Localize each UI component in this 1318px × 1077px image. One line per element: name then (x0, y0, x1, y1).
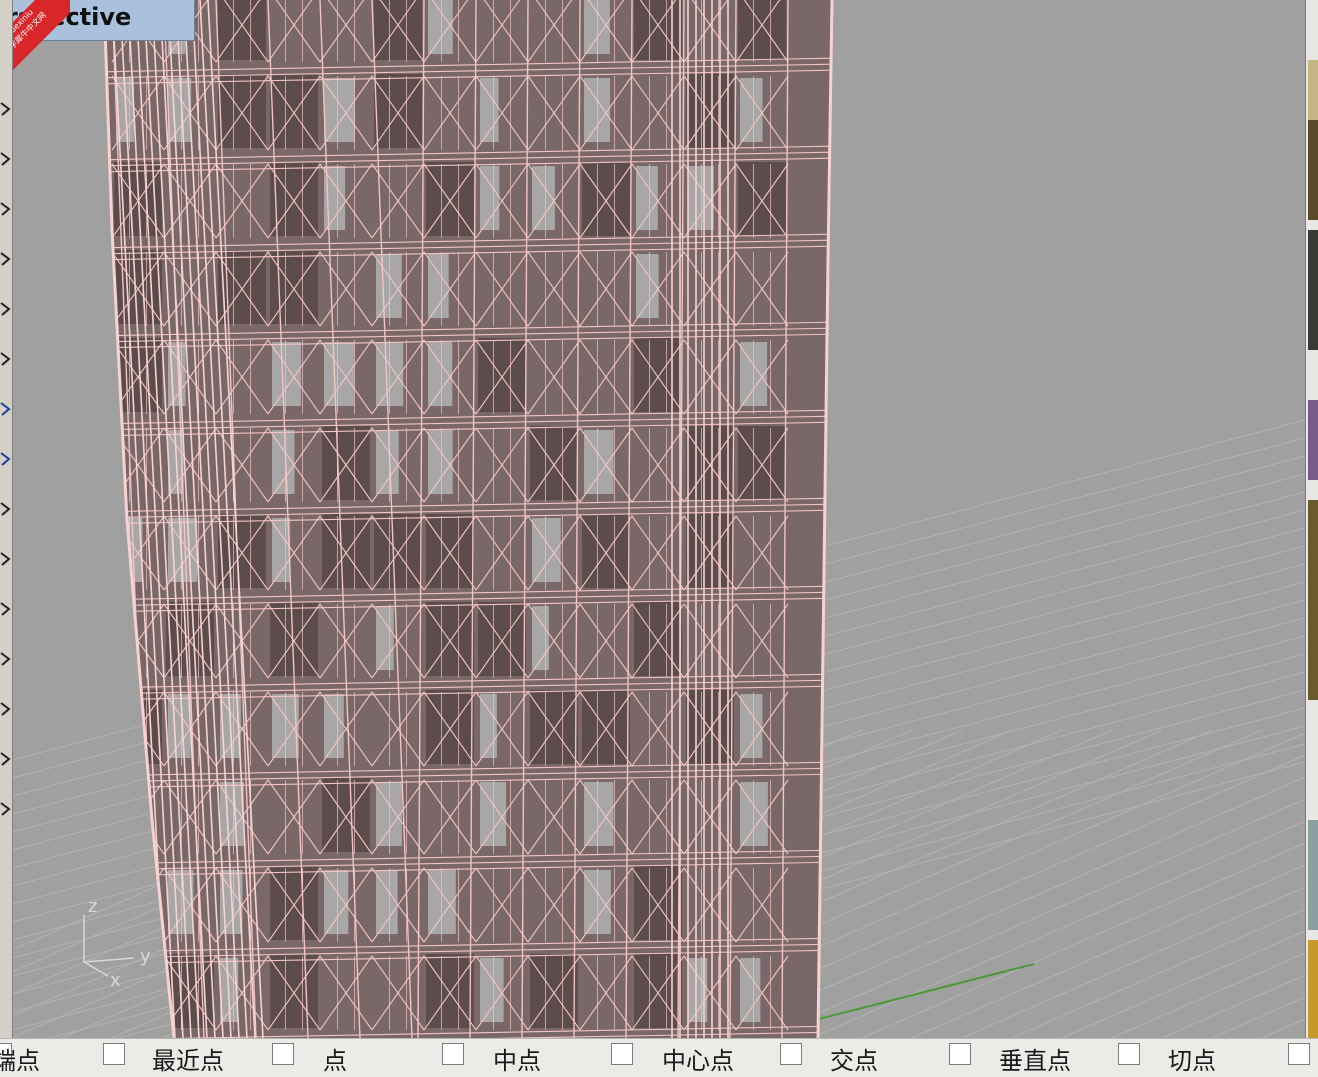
right-thumbnail-3 (1308, 230, 1318, 350)
osnap-label: 中心点 (662, 1047, 734, 1075)
box-icon[interactable] (0, 550, 11, 568)
osnap-checkbox[interactable] (611, 1043, 633, 1065)
left-toolbar (0, 0, 13, 1038)
boolean-icon[interactable] (0, 650, 11, 668)
y-axis-line (806, 963, 1035, 1023)
curve-icon[interactable] (0, 150, 11, 168)
osnap-checkbox[interactable] (1118, 1043, 1140, 1065)
osnap-checkbox[interactable] (949, 1043, 971, 1065)
right-thumbnail-6 (1308, 820, 1318, 930)
osnap-label: 端点 (0, 1047, 40, 1075)
osnap-label: 中点 (493, 1047, 541, 1075)
viewport-scene[interactable]: z y x (12, 0, 1305, 1038)
right-thumbnail-2 (1308, 120, 1318, 220)
polyline-icon[interactable] (0, 100, 11, 118)
osnap-label: 最近点 (152, 1047, 224, 1075)
sphere-icon[interactable] (0, 400, 11, 418)
right-thumbnail-1 (1308, 60, 1318, 120)
arc-icon[interactable] (0, 250, 11, 268)
osnap-checkbox[interactable] (780, 1043, 802, 1065)
right-panel-edge (1305, 0, 1318, 1038)
extrude-icon[interactable] (0, 500, 11, 518)
axis-x-label: x (110, 970, 121, 991)
osnap-bar: 端点 最近点 点 中点 中心点 交点 垂直点 切点 (0, 1038, 1318, 1077)
circle-icon[interactable] (0, 300, 11, 318)
right-thumbnail-5 (1308, 500, 1318, 700)
perspective-viewport[interactable]: z y x (12, 0, 1305, 1038)
osnap-label: 垂直点 (999, 1047, 1071, 1075)
surface-icon[interactable] (0, 450, 11, 468)
right-thumbnail-7 (1308, 940, 1318, 1038)
axis-y-label: y (140, 946, 151, 967)
cylinder-icon[interactable] (0, 600, 11, 618)
rectangle-icon[interactable] (0, 200, 11, 218)
osnap-checkbox[interactable] (272, 1043, 294, 1065)
transform-icon[interactable] (0, 750, 11, 768)
osnap-checkbox[interactable] (442, 1043, 464, 1065)
right-thumbnail-4 (1308, 400, 1318, 480)
osnap-checkbox[interactable] (1288, 1043, 1310, 1065)
osnap-checkbox[interactable] (103, 1043, 125, 1065)
ellipse-icon[interactable] (0, 350, 11, 368)
osnap-label: 点 (323, 1047, 347, 1075)
axis-z-label: z (88, 896, 97, 917)
osnap-label: 切点 (1168, 1047, 1216, 1075)
tower-wireframe (104, 0, 832, 1038)
dimension-icon[interactable] (0, 700, 11, 718)
analyze-icon[interactable] (0, 800, 11, 818)
osnap-label: 交点 (830, 1047, 878, 1075)
